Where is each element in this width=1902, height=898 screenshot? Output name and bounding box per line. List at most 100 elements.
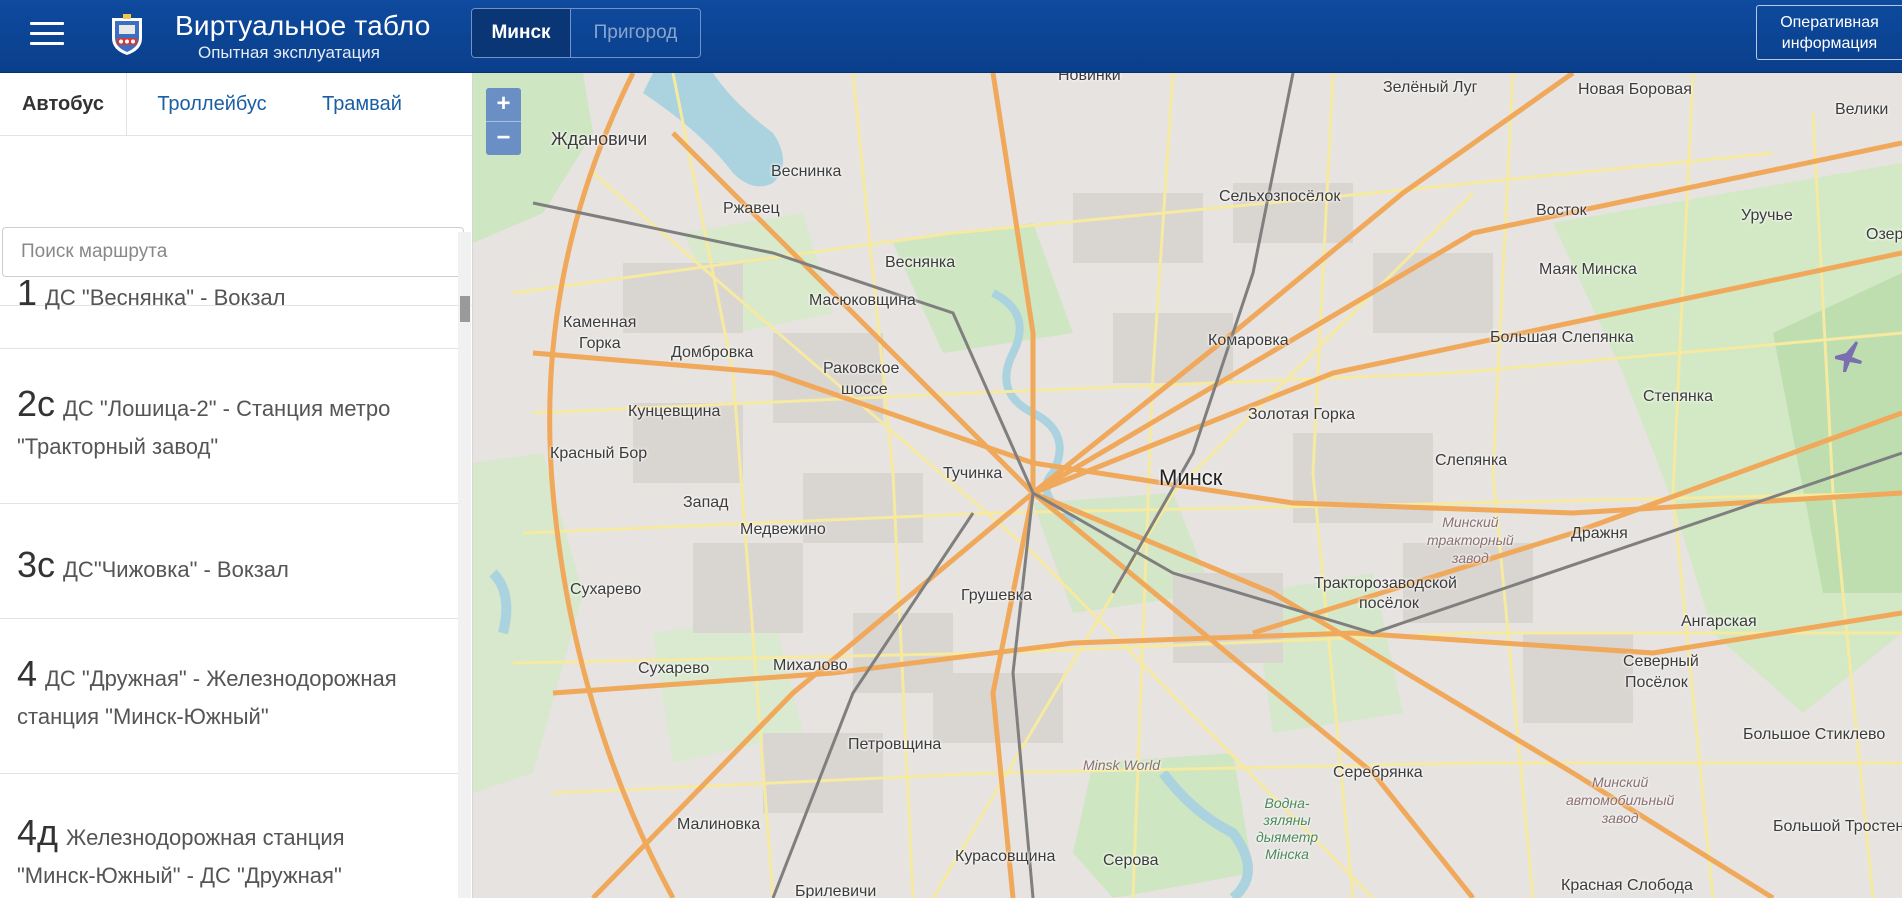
tab-tram[interactable]: Трамвай xyxy=(300,73,424,135)
route-name-line2: "Тракторный завод" xyxy=(17,434,219,459)
map-label: Грушевка xyxy=(961,587,1032,604)
map-label: Веснянка xyxy=(885,254,956,271)
map-label: Минский xyxy=(1442,514,1499,530)
route-name-line1: Железнодорожная станция xyxy=(66,825,345,850)
map-label: Уручье xyxy=(1741,207,1793,224)
map-label: Домбровка xyxy=(671,344,754,361)
tab-minsk[interactable]: Минск xyxy=(472,9,571,57)
map-label: Ангарская xyxy=(1681,613,1757,630)
route-number: 4д xyxy=(17,812,59,853)
city-map[interactable]: + − Новинки Зелёный Луг Новая Боровая Ве… xyxy=(473,73,1902,898)
scrollbar-thumb[interactable] xyxy=(460,296,470,322)
map-label: Масюковщина xyxy=(809,292,916,309)
route-list: 1 ДС "Веснянка" - Вокзал 2с ДС "Лошица-2" … xyxy=(0,232,458,898)
map-label: Каменная xyxy=(563,314,637,331)
map-label: Минский xyxy=(1591,774,1649,790)
zoom-out-button[interactable]: − xyxy=(486,122,521,155)
map-label: Велики xyxy=(1835,101,1889,118)
route-name-line1: ДС "Лошица-2" - Станция метро xyxy=(63,396,391,421)
operational-info-button[interactable]: Оперативная информация xyxy=(1756,5,1902,60)
zoom-control: + − xyxy=(486,88,521,155)
map-label: Озер xyxy=(1866,226,1902,243)
transport-tabs: Автобус Троллейбус Трамвай xyxy=(0,73,472,136)
app-title: Виртуальное табло xyxy=(175,10,431,41)
map-label: Горка xyxy=(579,335,621,352)
map-label: Красная Слобода xyxy=(1561,877,1693,894)
zoom-in-button[interactable]: + xyxy=(486,88,521,122)
city-switch: Минск Пригород xyxy=(471,8,701,58)
map-label: Кунцевщина xyxy=(628,403,721,420)
map-label: Тучинка xyxy=(943,465,1003,482)
routes-panel: Автобус Троллейбус Трамвай 1 ДС "Веснянка… xyxy=(0,73,473,898)
map-label-city: Минск xyxy=(1159,465,1223,490)
map-label: Комаровка xyxy=(1208,332,1289,349)
route-name-line1: ДС "Дружная" - Железнодорожная xyxy=(45,666,397,691)
map-label: Запад xyxy=(683,494,729,511)
route-item-4[interactable]: 4 ДС "Дружная" - Железнодорожная станция … xyxy=(0,619,458,774)
map-label: Серебрянка xyxy=(1333,764,1423,781)
map-label: Петровщина xyxy=(848,736,942,753)
map-label: Сельхозпосёлок xyxy=(1219,188,1341,205)
map-label: Большая Слепянка xyxy=(1490,329,1634,346)
tab-trolleybus[interactable]: Троллейбус xyxy=(136,73,288,135)
route-item-2s[interactable]: 2с ДС "Лошица-2" - Станция метро "Трактор… xyxy=(0,349,458,504)
map-label: Курасовщина xyxy=(955,848,1056,865)
route-item-4d[interactable]: 4д Железнодорожная станция "Минск-Южный" … xyxy=(0,774,458,898)
route-number: 3с xyxy=(17,544,56,585)
route-list-scrollbar[interactable] xyxy=(458,232,471,898)
map-label: Ржавец xyxy=(723,200,780,217)
map-label: посёлок xyxy=(1359,595,1419,612)
map-label-tractor-plant: Минский тракторный завод xyxy=(1427,513,1514,567)
map-label: Сухарево xyxy=(570,581,642,598)
route-item-3s[interactable]: 3с ДС"Чижовка" - Вокзал xyxy=(0,504,458,619)
route-number: 2с xyxy=(17,383,56,424)
map-label: Маяк Минска xyxy=(1539,261,1637,278)
map-label-auto-plant: Минский автомобильный завод xyxy=(1566,773,1674,827)
tab-bus[interactable]: Автобус xyxy=(0,73,127,135)
map-label: Сухарево xyxy=(638,660,710,677)
map-label: Ждановичи xyxy=(551,129,648,149)
top-header: Виртуальное табло Опытная эксплуатация М… xyxy=(0,0,1902,73)
operational-info-line2: информация xyxy=(1781,35,1878,52)
map-label: Слепянка xyxy=(1435,452,1508,469)
city-emblem-logo xyxy=(112,14,142,55)
map-label: Посёлок xyxy=(1625,674,1688,691)
map-label: Новинки xyxy=(1058,73,1121,84)
map-label: Михалово xyxy=(773,657,848,674)
map-label: Водна- xyxy=(1264,795,1310,811)
map-label: Брилевичи xyxy=(795,883,877,898)
app-subtitle: Опытная эксплуатация xyxy=(198,43,381,62)
map-label: Золотая Горка xyxy=(1248,406,1356,423)
operational-info-line1: Оперативная xyxy=(1780,14,1879,31)
map-label: Minsk World xyxy=(1083,757,1161,773)
route-number: 1 xyxy=(17,272,38,313)
map-label: автомобильный xyxy=(1566,792,1675,808)
map-label: Мінска xyxy=(1265,846,1309,862)
hamburger-menu-icon[interactable] xyxy=(30,22,64,48)
route-name: ДС "Веснянка" - Вокзал xyxy=(45,285,286,310)
map-label: Зелёный Луг xyxy=(1383,79,1478,96)
route-name-line2: станция "Минск-Южный" xyxy=(17,704,269,729)
route-name: ДС"Чижовка" - Вокзал xyxy=(63,557,289,582)
map-label: Серова xyxy=(1103,852,1159,869)
map-label: зяляны xyxy=(1263,812,1311,828)
map-label: Малиновка xyxy=(677,816,761,833)
route-item-1[interactable]: 1 ДС "Веснянка" - Вокзал xyxy=(0,232,458,349)
map-label: Степянка xyxy=(1643,388,1714,405)
map-label: Новая Боровая xyxy=(1578,81,1692,98)
map-label: Красный Бор xyxy=(550,445,648,462)
map-label: Веснинка xyxy=(771,163,842,180)
route-number: 4 xyxy=(17,653,38,694)
map-label: Восток xyxy=(1536,202,1587,219)
map-label: Раковское xyxy=(823,360,900,377)
map-label: шоссе xyxy=(841,381,888,398)
map-label: Большое Стиклево xyxy=(1743,726,1886,743)
map-label: Тракторозаводской xyxy=(1314,575,1457,592)
map-label: Северный xyxy=(1623,653,1699,670)
map-label: Медвежино xyxy=(740,521,826,538)
tab-prigorod[interactable]: Пригород xyxy=(571,9,700,57)
map-label: Большой Тростен xyxy=(1773,818,1902,835)
map-label: Дражня xyxy=(1571,525,1628,542)
route-name-line2: "Минск-Южный" - ДС "Дружная" xyxy=(17,863,342,888)
map-label: завод xyxy=(1601,810,1639,826)
